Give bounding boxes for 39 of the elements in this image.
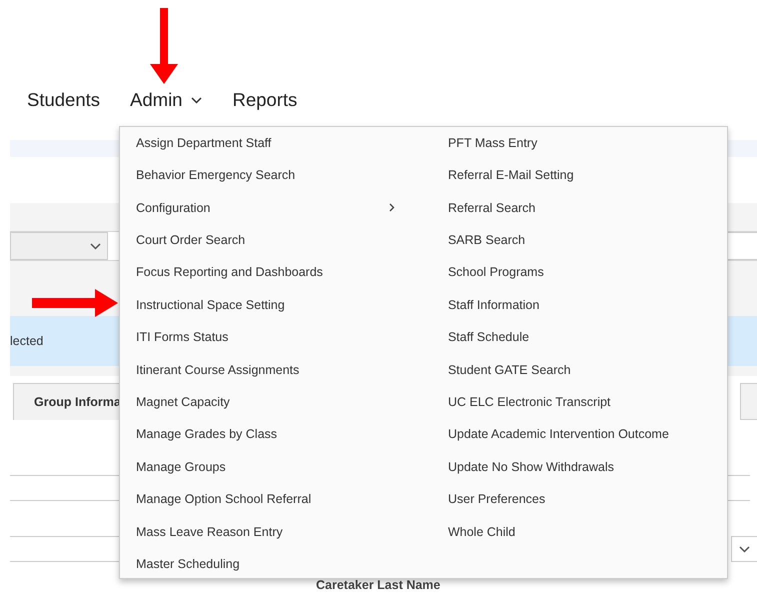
menu-item[interactable]: Focus Reporting and Dashboards [120,256,432,289]
chevron-icon [191,96,202,104]
menu-item[interactable]: Mass Leave Reason Entry [120,516,432,548]
chevron-icon [739,546,750,552]
menu-item[interactable]: Configuration [120,192,432,224]
nav-link[interactable]: Reports [232,86,298,114]
menu-item[interactable]: Instructional Space Setting [120,288,432,322]
nav-link[interactable]: Students [27,86,100,114]
menu-item[interactable]: Manage Option School Referral [120,483,432,516]
menu-item[interactable]: UC ELC Electronic Transcript [432,386,727,419]
banner-text: lected [10,332,44,350]
menu-item[interactable]: Manage Grades by Class [120,418,432,451]
menu-item[interactable]: Whole Child [432,516,727,548]
menu-item[interactable]: Staff Schedule [432,321,727,354]
field-label: Caretaker Last Name [316,578,442,593]
input-field[interactable] [727,232,757,260]
menu-item[interactable]: PFT Mass Entry [432,127,727,160]
menu-item[interactable]: User Preferences [432,483,727,516]
tab[interactable] [740,383,757,420]
menu-item[interactable]: Student GATE Search [432,354,727,386]
menu-item[interactable]: School Programs [432,256,727,289]
menu-item[interactable]: Assign Department Staff [120,127,432,160]
menu-item[interactable]: Referral E-Mail Setting [432,159,727,192]
menu-item[interactable]: ITI Forms Status [120,321,432,354]
menu-item[interactable]: Master Scheduling [120,548,432,580]
select-field[interactable] [731,536,757,562]
menu-item[interactable]: Update Academic Intervention Outcome [432,418,727,451]
input-field[interactable] [726,475,750,501]
menu-item[interactable]: Manage Groups [120,450,432,484]
menu-item[interactable]: Update No Show Withdrawals [432,450,727,484]
menu-item[interactable]: SARB Search [432,224,727,257]
chevron-icon [90,242,101,250]
menu-item[interactable]: Court Order Search [120,224,432,257]
chevron-right-icon [388,203,395,212]
menu-item[interactable]: Referral Search [432,192,727,224]
select-field[interactable] [10,232,108,260]
nav-link[interactable]: Admin [130,86,202,114]
menu-item[interactable]: Behavior Emergency Search [120,159,432,192]
menu-item[interactable]: Staff Information [432,288,727,322]
